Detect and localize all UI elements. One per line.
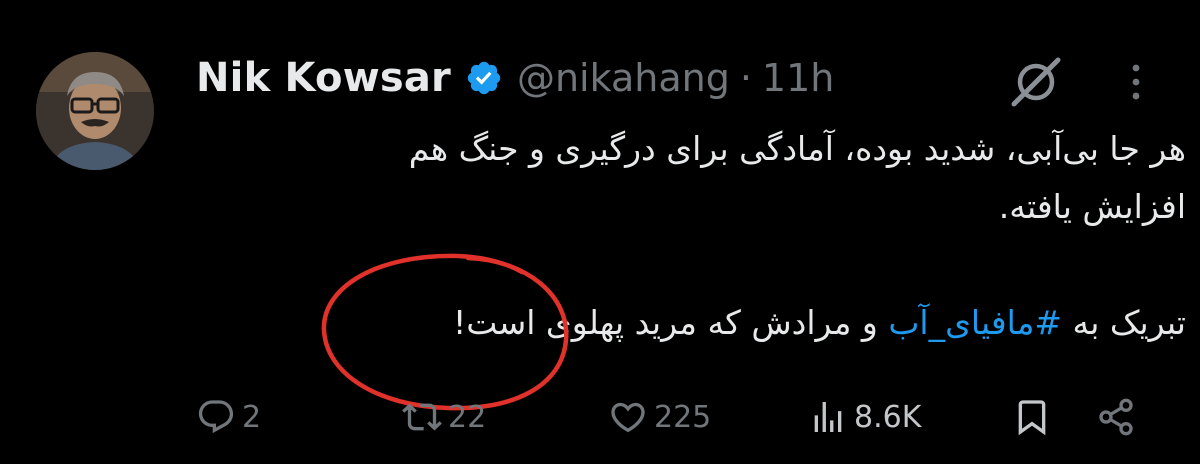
bookmark-button[interactable] [1012,392,1058,442]
share-button[interactable] [1096,392,1142,442]
tweet-line-3: تبریک به #مافیای_آب و مرادش که مرید پهلو… [196,294,1186,352]
views-icon [814,402,842,432]
timestamp[interactable]: 11h [762,56,834,100]
tweet-actions: 2 22 225 8.6K [196,392,1156,442]
repost-button[interactable]: 22 [402,392,486,442]
share-icon [1099,398,1133,436]
author-name[interactable]: Nik Kowsar [196,55,451,101]
avatar-portrait [36,52,154,170]
reply-count: 2 [242,399,262,435]
grok-icon[interactable] [1010,56,1062,108]
tweet-line-3-end: و مرادش که مرید پهلوی است! [452,303,889,342]
author-handle[interactable]: @nikahang [517,56,730,100]
hashtag-link[interactable]: #مافیای_آب [888,303,1062,342]
tweet-line-3-start: تبریک به [1062,303,1186,342]
bookmark-icon [1018,400,1046,436]
reply-button[interactable]: 2 [196,392,261,442]
like-count: 225 [654,399,712,435]
repost-icon [402,403,442,431]
tweet-line-1: هر جا بی‌آبی، شدید بوده، آمادگی برای درگ… [408,129,1186,168]
like-icon [611,402,645,433]
views-count: 8.6K [854,399,922,435]
verified-badge-icon[interactable] [465,59,503,97]
reply-icon [198,400,234,434]
views-button[interactable]: 8.6K [808,392,921,442]
tweet-text: هر جا بی‌آبی، شدید بوده، آمادگی برای درگ… [196,120,1186,352]
more-icon[interactable] [1126,60,1146,104]
like-button[interactable]: 225 [608,392,711,442]
separator-dot: · [739,56,752,100]
tweet-header: Nik Kowsar @nikahang · 11h [196,50,834,106]
avatar[interactable] [36,52,154,170]
tweet-line-2: افزایش یافته. [998,187,1186,226]
repost-count: 22 [448,399,487,435]
